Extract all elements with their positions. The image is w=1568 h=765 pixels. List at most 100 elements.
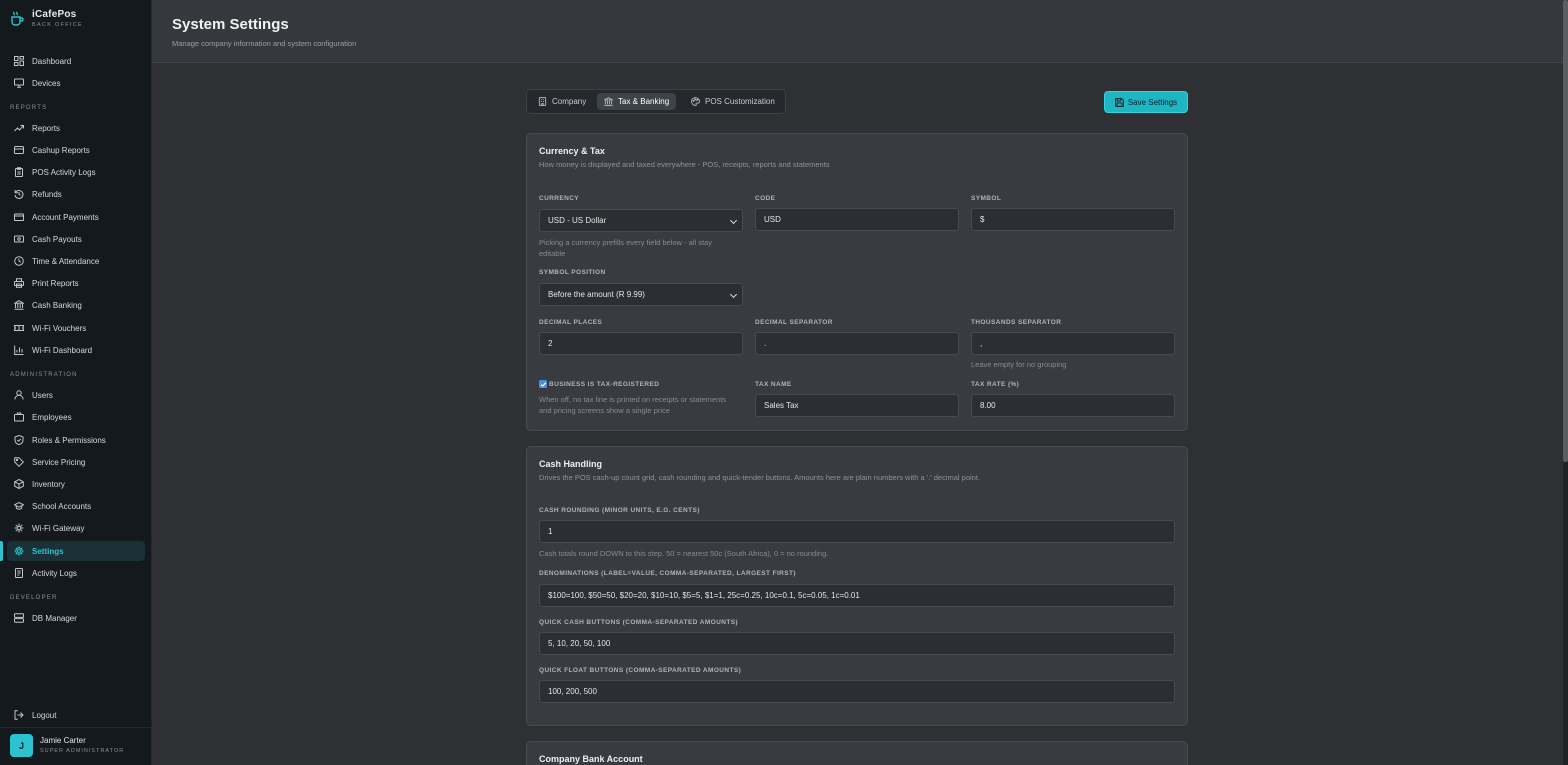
- sidebar-item-devices[interactable]: Devices: [7, 73, 145, 93]
- sidebar-item-label: Cash Banking: [32, 300, 82, 310]
- cash-rounding-label: CASH ROUNDING (MINOR UNITS, E.G. CENTS): [539, 507, 700, 514]
- currency-select[interactable]: USD - US Dollar: [539, 209, 743, 232]
- sidebar-item-label: Employees: [32, 412, 72, 422]
- sidebar-item-db-manager[interactable]: DB Manager: [7, 608, 145, 628]
- user-icon: [14, 390, 24, 400]
- sidebar-item-school-accounts[interactable]: School Accounts: [7, 496, 145, 516]
- currency-tax-card: Currency & Tax How money is displayed an…: [526, 133, 1188, 431]
- sidebar-item-activity-logs[interactable]: Activity Logs: [7, 563, 145, 583]
- tab-company[interactable]: Company: [531, 93, 593, 110]
- sidebar-item-inventory[interactable]: Inventory: [7, 474, 145, 494]
- tax-registered-label[interactable]: BUSINESS IS TAX-REGISTERED: [549, 381, 659, 388]
- currency-label: CURRENCY: [539, 195, 580, 202]
- cash-icon: [14, 235, 24, 243]
- logout-button[interactable]: Logout: [7, 705, 145, 725]
- clipboard-icon: [15, 167, 23, 177]
- currency-hint: Picking a currency prefills every field …: [539, 238, 712, 258]
- cash-rounding-input[interactable]: 1: [539, 520, 1175, 543]
- symbol-input[interactable]: $: [971, 208, 1175, 231]
- save-settings-button[interactable]: Save Settings: [1104, 91, 1188, 113]
- logout-icon: [14, 710, 24, 720]
- sidebar-item-label: Settings: [32, 546, 64, 556]
- bar-chart-icon: [14, 345, 24, 355]
- coffee-cup-icon: [11, 11, 24, 26]
- sidebar-item-label: Users: [32, 390, 53, 400]
- avatar[interactable]: J: [10, 734, 33, 757]
- sidebar-item-wifi-gateway[interactable]: Wi-Fi Gateway: [7, 518, 145, 538]
- sidebar-item-label: Service Pricing: [32, 457, 86, 467]
- sidebar-item-label: Cashup Reports: [32, 145, 90, 155]
- sidebar: iCafePos BACK OFFICE Dashboard Devices R…: [0, 0, 152, 765]
- sidebar-item-service-pricing[interactable]: Service Pricing: [7, 452, 145, 472]
- quick-cash-label: QUICK CASH BUTTONS (COMMA-SEPARATED AMOU…: [539, 619, 738, 626]
- sidebar-item-cashup-reports[interactable]: Cashup Reports: [7, 140, 145, 160]
- user-name: Jamie Carter: [40, 736, 86, 745]
- sidebar-item-label: Dashboard: [32, 56, 72, 66]
- decimal-places-value: 2: [548, 339, 553, 348]
- tax-registered-checkbox[interactable]: [539, 380, 547, 388]
- logout-label: Logout: [32, 710, 57, 720]
- sidebar-item-label: POS Activity Logs: [32, 167, 96, 177]
- quick-float-input[interactable]: 100, 200, 500: [539, 680, 1175, 703]
- tab-tax-banking[interactable]: Tax & Banking: [597, 93, 677, 110]
- sidebar-item-print-reports[interactable]: Print Reports: [7, 273, 145, 293]
- sidebar-item-time-attendance[interactable]: Time & Attendance: [7, 251, 145, 271]
- tab-label: Company: [552, 97, 587, 106]
- network-icon: [14, 523, 24, 533]
- sidebar-item-refunds[interactable]: Refunds: [7, 184, 145, 204]
- sidebar-item-cash-payouts[interactable]: Cash Payouts: [7, 229, 145, 249]
- card-title: Currency & Tax: [539, 146, 605, 156]
- decimal-places-input[interactable]: 2: [539, 332, 743, 355]
- symbol-position-select[interactable]: Before the amount (R 9.99): [539, 283, 743, 306]
- sidebar-item-users[interactable]: Users: [7, 385, 145, 405]
- sidebar-item-label: Reports: [32, 123, 61, 133]
- cash-rounding-value: 1: [548, 527, 553, 536]
- scrollbar-thumb[interactable]: [1563, 0, 1568, 462]
- sidebar-item-employees[interactable]: Employees: [7, 407, 145, 427]
- sidebar-item-label: Inventory: [32, 479, 65, 489]
- monitor-icon: [14, 78, 24, 88]
- denominations-input[interactable]: $100=100, $50=50, $20=20, $10=10, $5=5, …: [539, 584, 1175, 607]
- brand[interactable]: iCafePos BACK OFFICE: [10, 9, 83, 29]
- brand-name: iCafePos: [32, 9, 77, 20]
- code-input[interactable]: USD: [755, 208, 959, 231]
- thousands-separator-input[interactable]: ,: [971, 332, 1175, 355]
- sidebar-item-pos-activity-logs[interactable]: POS Activity Logs: [7, 162, 145, 182]
- quick-cash-value: 5, 10, 20, 50, 100: [548, 639, 611, 648]
- building-icon: [538, 97, 547, 106]
- sidebar-item-wifi-dashboard[interactable]: Wi-Fi Dashboard: [7, 340, 145, 360]
- sidebar-item-account-payments[interactable]: Account Payments: [7, 207, 145, 227]
- wallet-icon: [14, 146, 24, 154]
- sidebar-item-roles-permissions[interactable]: Roles & Permissions: [7, 430, 145, 450]
- section-label-administration: ADMINISTRATION: [10, 372, 78, 378]
- box-icon: [14, 479, 24, 489]
- page-title: System Settings: [172, 16, 289, 33]
- tax-rate-input[interactable]: 8.00: [971, 394, 1175, 417]
- settings-tabs: Company Tax & Banking POS Customization: [526, 89, 786, 114]
- tab-pos-customization[interactable]: POS Customization: [684, 93, 782, 110]
- tax-name-input[interactable]: Sales Tax: [755, 394, 959, 417]
- palette-icon: [691, 97, 700, 106]
- card-title: Company Bank Account: [539, 754, 643, 764]
- sidebar-item-settings[interactable]: Settings: [7, 541, 145, 561]
- code-value: USD: [764, 215, 781, 224]
- save-label: Save Settings: [1127, 97, 1178, 107]
- sidebar-item-cash-banking[interactable]: Cash Banking: [7, 295, 145, 315]
- briefcase-icon: [14, 412, 24, 422]
- sidebar-item-label: Wi-Fi Dashboard: [32, 345, 93, 355]
- sidebar-item-label: Roles & Permissions: [32, 435, 106, 445]
- shield-icon: [14, 435, 24, 445]
- sidebar-item-reports[interactable]: Reports: [7, 118, 145, 138]
- sidebar-item-dashboard[interactable]: Dashboard: [7, 51, 145, 71]
- card-description: How money is displayed and taxed everywh…: [539, 160, 830, 169]
- decimal-separator-input[interactable]: .: [755, 332, 959, 355]
- thousands-separator-label: THOUSANDS SEPARATOR: [971, 319, 1062, 326]
- quick-cash-input[interactable]: 5, 10, 20, 50, 100: [539, 632, 1175, 655]
- sidebar-item-wifi-vouchers[interactable]: Wi-Fi Vouchers: [7, 318, 145, 338]
- trend-icon: [14, 125, 24, 132]
- tax-name-label: TAX NAME: [755, 381, 792, 388]
- denominations-value: $100=100, $50=50, $20=20, $10=10, $5=5, …: [548, 591, 860, 600]
- sidebar-item-label: Wi-Fi Gateway: [32, 523, 85, 533]
- tag-icon: [14, 457, 24, 467]
- decimal-separator-value: .: [764, 339, 767, 348]
